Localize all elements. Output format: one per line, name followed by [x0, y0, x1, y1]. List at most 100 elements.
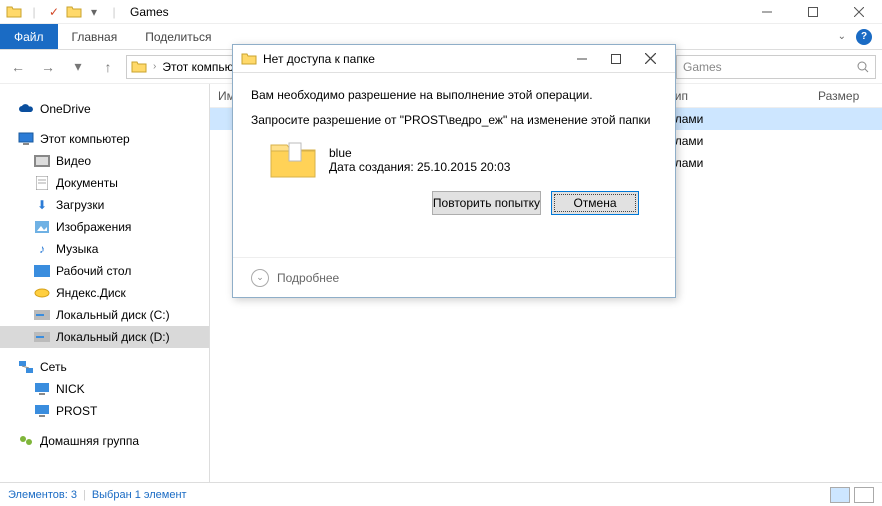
sidebar-item-label: NICK: [56, 382, 85, 396]
sidebar-item-pictures[interactable]: Изображения: [0, 216, 209, 238]
status-count: Элементов: 3: [8, 489, 77, 501]
sidebar-item-yandex[interactable]: Яндекс.Диск: [0, 282, 209, 304]
cancel-button[interactable]: Отмена: [551, 191, 639, 215]
back-button[interactable]: ←: [6, 55, 30, 79]
divider-icon: |: [26, 4, 42, 20]
check-icon[interactable]: ✓: [46, 4, 62, 20]
dialog-maximize-button[interactable]: [599, 48, 633, 70]
sidebar-item-network[interactable]: Сеть: [0, 356, 209, 378]
folder-icon: [241, 51, 257, 67]
sidebar-item-label: Документы: [56, 176, 118, 190]
dialog-folder-date: Дата создания: 25.10.2015 20:03: [329, 160, 510, 174]
sidebar-item-music[interactable]: ♪ Музыка: [0, 238, 209, 260]
chevron-down-icon[interactable]: ▾: [86, 4, 102, 20]
drive-icon: [34, 307, 50, 323]
divider-icon: |: [106, 4, 122, 20]
sidebar-item-disk-c[interactable]: Локальный диск (C:): [0, 304, 209, 326]
network-icon: [18, 359, 34, 375]
search-placeholder: Games: [683, 60, 722, 74]
sidebar-item-this-pc[interactable]: Этот компьютер: [0, 128, 209, 150]
sidebar-item-video[interactable]: Видео: [0, 150, 209, 172]
sidebar-item-downloads[interactable]: ⬇ Загрузки: [0, 194, 209, 216]
cloud-icon: [18, 101, 34, 117]
file-type: илами: [660, 112, 810, 126]
video-icon: [34, 153, 50, 169]
breadcrumb-segment[interactable]: Этот компьют: [162, 60, 239, 74]
file-type: илами: [660, 156, 810, 170]
history-dropdown[interactable]: ▾: [66, 55, 90, 79]
sidebar-item-documents[interactable]: Документы: [0, 172, 209, 194]
sidebar-item-label: Этот компьютер: [40, 132, 130, 146]
column-type[interactable]: Тип: [660, 89, 810, 103]
window-titlebar: | ✓ ▾ | Games: [0, 0, 882, 24]
document-icon: [34, 175, 50, 191]
tab-home[interactable]: Главная: [58, 24, 132, 49]
window-title: Games: [130, 5, 169, 19]
quick-access-toolbar: | ✓ ▾ |: [0, 4, 122, 20]
computer-icon: [34, 403, 50, 419]
sidebar-item-desktop[interactable]: Рабочий стол: [0, 260, 209, 282]
search-box[interactable]: Games: [676, 55, 876, 79]
column-size[interactable]: Размер: [810, 89, 867, 103]
sidebar-item-disk-d[interactable]: Локальный диск (D:): [0, 326, 209, 348]
yandex-disk-icon: [34, 285, 50, 301]
dialog-buttons: Повторить попытку Отмена: [251, 181, 657, 215]
minimize-button[interactable]: [744, 0, 790, 24]
up-button[interactable]: ↑: [96, 55, 120, 79]
dialog-close-button[interactable]: [633, 48, 667, 70]
folder-icon: [269, 139, 317, 181]
monitor-icon: [18, 131, 34, 147]
chevron-down-icon[interactable]: ⌄: [251, 269, 269, 287]
dialog-body: Вам необходимо разрешение на выполнение …: [233, 73, 675, 257]
sidebar-item-label: Сеть: [40, 360, 67, 374]
sidebar-item-label: Рабочий стол: [56, 264, 131, 278]
sidebar-item-label: Музыка: [56, 242, 98, 256]
sidebar-item-nick[interactable]: NICK: [0, 378, 209, 400]
sidebar-item-label: Локальный диск (D:): [56, 330, 170, 344]
divider: |: [83, 489, 86, 501]
dialog-message-1: Вам необходимо разрешение на выполнение …: [251, 87, 657, 104]
sidebar-item-onedrive[interactable]: OneDrive: [0, 98, 209, 120]
navigation-pane[interactable]: OneDrive Этот компьютер Видео Докуме: [0, 84, 210, 482]
forward-button[interactable]: →: [36, 55, 60, 79]
file-type: илами: [660, 134, 810, 148]
breadcrumb-separator-icon[interactable]: ›: [153, 61, 156, 72]
window-controls: [744, 0, 882, 24]
view-icons-button[interactable]: [854, 487, 874, 503]
tab-file[interactable]: Файл: [0, 24, 58, 49]
sidebar-item-label: Домашняя группа: [40, 434, 139, 448]
folder-icon: [131, 59, 147, 75]
dialog-minimize-button[interactable]: [565, 48, 599, 70]
view-details-button[interactable]: [830, 487, 850, 503]
dialog-folder-name: blue: [329, 146, 510, 160]
dialog-titlebar[interactable]: Нет доступа к папке: [233, 45, 675, 73]
search-icon: [857, 61, 869, 73]
close-button[interactable]: [836, 0, 882, 24]
download-icon: ⬇: [34, 197, 50, 213]
tab-share[interactable]: Поделиться: [131, 24, 225, 49]
sidebar-item-label: PROST: [56, 404, 97, 418]
retry-button[interactable]: Повторить попытку: [432, 191, 541, 215]
sidebar-item-label: Загрузки: [56, 198, 104, 212]
collapse-ribbon-icon[interactable]: ⌄: [838, 31, 846, 42]
dialog-message-2: Запросите разрешение от "PROST\ведро_еж"…: [251, 112, 657, 129]
dialog-title: Нет доступа к папке: [263, 52, 375, 66]
dialog-more-link[interactable]: Подробнее: [277, 271, 339, 285]
sidebar-item-label: Локальный диск (C:): [56, 308, 170, 322]
access-denied-dialog: Нет доступа к папке Вам необходимо разре…: [232, 44, 676, 298]
help-icon[interactable]: ?: [856, 29, 872, 45]
status-bar: Элементов: 3 | Выбран 1 элемент: [0, 482, 882, 506]
folder-icon: [6, 4, 22, 20]
dialog-folder-info: blue Дата создания: 25.10.2015 20:03: [269, 139, 657, 181]
sidebar-item-label: Видео: [56, 154, 91, 168]
sidebar-item-homegroup[interactable]: Домашняя группа: [0, 430, 209, 452]
computer-icon: [34, 381, 50, 397]
drive-icon: [34, 329, 50, 345]
homegroup-icon: [18, 433, 34, 449]
dialog-footer: ⌄ Подробнее: [233, 257, 675, 297]
picture-icon: [34, 219, 50, 235]
sidebar-item-prost[interactable]: PROST: [0, 400, 209, 422]
ribbon-right: ⌄ ?: [838, 24, 882, 49]
music-icon: ♪: [34, 241, 50, 257]
maximize-button[interactable]: [790, 0, 836, 24]
